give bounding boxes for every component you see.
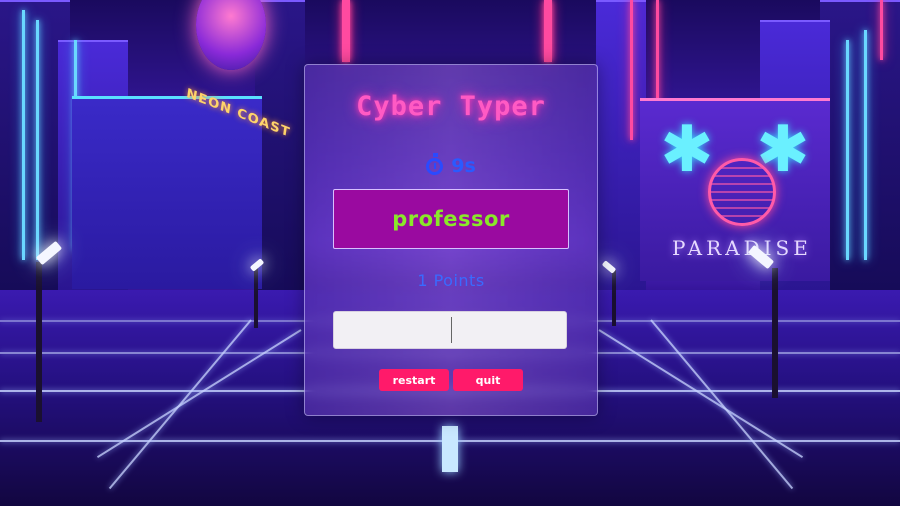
quit-button[interactable]: quit: [453, 369, 523, 391]
stopwatch-icon: [426, 153, 444, 175]
text-caret: [451, 317, 452, 343]
neon-coast-billboard: [72, 96, 262, 289]
sunset-sign: [708, 158, 776, 226]
neon-strip: [846, 40, 849, 260]
current-word-box: professor: [333, 189, 569, 249]
building: [596, 0, 646, 292]
neon-strip: [342, 0, 350, 62]
restart-button[interactable]: restart: [379, 369, 449, 391]
street-lamp: [254, 268, 258, 328]
game-scene: NEON COAST ✱ ✱ PARADISE Cyber Typer 9s p…: [0, 0, 900, 506]
palm-tree-icon: ✱: [660, 113, 714, 187]
grid-line: [96, 329, 302, 459]
neon-strip: [36, 20, 39, 260]
floor-light: [442, 426, 458, 472]
neon-strip: [544, 0, 552, 62]
game-panel: Cyber Typer 9s professor 1 Points restar…: [304, 64, 598, 416]
neon-strip: [656, 0, 659, 110]
timer-value: 9s: [451, 155, 476, 177]
paradise-sign: PARADISE: [672, 236, 812, 260]
neon-strip: [22, 10, 25, 260]
grid-line: [108, 319, 252, 490]
points-counter: 1 Points: [417, 271, 485, 290]
neon-strip: [880, 0, 883, 60]
building: [820, 0, 900, 292]
street-lamp: [36, 262, 42, 422]
street-lamp: [772, 268, 778, 398]
game-title: Cyber Typer: [356, 91, 546, 122]
typing-input[interactable]: [333, 311, 567, 349]
current-word: professor: [392, 207, 510, 231]
neon-strip: [630, 0, 633, 140]
street-lamp: [612, 270, 616, 326]
timer: 9s: [305, 153, 597, 177]
neon-strip: [864, 30, 867, 260]
